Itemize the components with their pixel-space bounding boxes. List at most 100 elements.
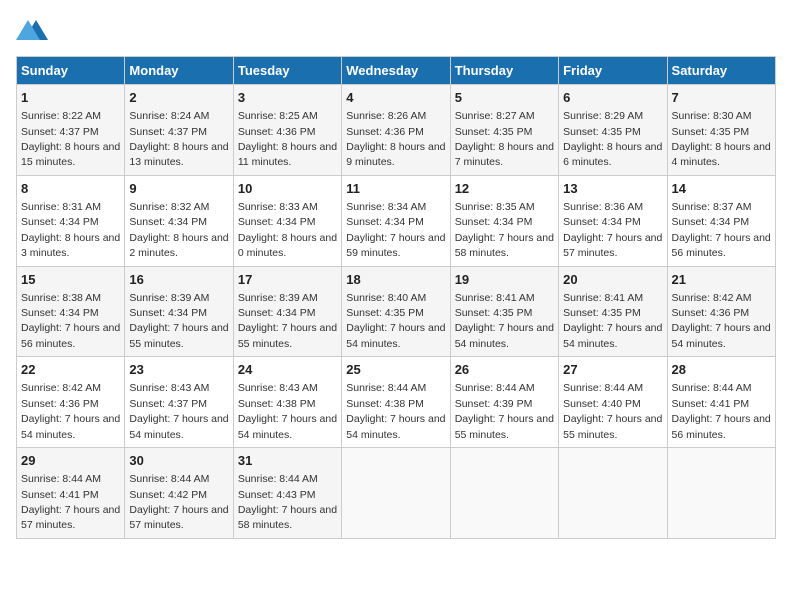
calendar-cell: 29 Sunrise: 8:44 AM Sunset: 4:41 PM Dayl… bbox=[17, 448, 125, 539]
calendar-header-wednesday: Wednesday bbox=[342, 57, 450, 85]
day-sunrise: Sunrise: 8:44 AM bbox=[21, 473, 101, 485]
calendar-cell: 22 Sunrise: 8:42 AM Sunset: 4:36 PM Dayl… bbox=[17, 357, 125, 448]
calendar-cell: 6 Sunrise: 8:29 AM Sunset: 4:35 PM Dayli… bbox=[559, 85, 667, 176]
day-sunrise: Sunrise: 8:44 AM bbox=[672, 382, 752, 394]
day-sunset: Sunset: 4:34 PM bbox=[238, 307, 316, 319]
day-sunset: Sunset: 4:35 PM bbox=[455, 126, 533, 138]
day-sunset: Sunset: 4:34 PM bbox=[238, 216, 316, 228]
calendar-cell bbox=[342, 448, 450, 539]
calendar-week-1: 1 Sunrise: 8:22 AM Sunset: 4:37 PM Dayli… bbox=[17, 85, 776, 176]
day-sunrise: Sunrise: 8:32 AM bbox=[129, 201, 209, 213]
page-header bbox=[16, 16, 776, 44]
calendar-header-sunday: Sunday bbox=[17, 57, 125, 85]
day-sunset: Sunset: 4:39 PM bbox=[455, 398, 533, 410]
day-number: 22 bbox=[21, 361, 120, 379]
day-sunrise: Sunrise: 8:43 AM bbox=[129, 382, 209, 394]
day-daylight: Daylight: 7 hours and 55 minutes. bbox=[129, 322, 228, 349]
day-sunset: Sunset: 4:35 PM bbox=[563, 126, 641, 138]
day-sunrise: Sunrise: 8:44 AM bbox=[563, 382, 643, 394]
calendar-week-4: 22 Sunrise: 8:42 AM Sunset: 4:36 PM Dayl… bbox=[17, 357, 776, 448]
calendar-week-5: 29 Sunrise: 8:44 AM Sunset: 4:41 PM Dayl… bbox=[17, 448, 776, 539]
day-sunrise: Sunrise: 8:26 AM bbox=[346, 110, 426, 122]
day-sunset: Sunset: 4:35 PM bbox=[346, 307, 424, 319]
day-sunset: Sunset: 4:37 PM bbox=[21, 126, 99, 138]
day-sunset: Sunset: 4:42 PM bbox=[129, 489, 207, 501]
day-sunset: Sunset: 4:34 PM bbox=[129, 307, 207, 319]
calendar-header-row: SundayMondayTuesdayWednesdayThursdayFrid… bbox=[17, 57, 776, 85]
calendar-cell bbox=[559, 448, 667, 539]
day-daylight: Daylight: 7 hours and 55 minutes. bbox=[563, 413, 662, 440]
day-sunset: Sunset: 4:34 PM bbox=[21, 216, 99, 228]
day-sunrise: Sunrise: 8:44 AM bbox=[129, 473, 209, 485]
day-sunset: Sunset: 4:41 PM bbox=[672, 398, 750, 410]
calendar-header-friday: Friday bbox=[559, 57, 667, 85]
day-sunset: Sunset: 4:35 PM bbox=[455, 307, 533, 319]
day-sunrise: Sunrise: 8:39 AM bbox=[238, 292, 318, 304]
calendar-cell bbox=[450, 448, 558, 539]
calendar-header-tuesday: Tuesday bbox=[233, 57, 341, 85]
day-number: 16 bbox=[129, 271, 228, 289]
day-number: 18 bbox=[346, 271, 445, 289]
day-sunset: Sunset: 4:41 PM bbox=[21, 489, 99, 501]
day-daylight: Daylight: 7 hours and 58 minutes. bbox=[238, 504, 337, 531]
day-number: 4 bbox=[346, 89, 445, 107]
day-number: 26 bbox=[455, 361, 554, 379]
calendar-cell: 3 Sunrise: 8:25 AM Sunset: 4:36 PM Dayli… bbox=[233, 85, 341, 176]
day-sunset: Sunset: 4:34 PM bbox=[672, 216, 750, 228]
day-daylight: Daylight: 8 hours and 11 minutes. bbox=[238, 141, 337, 168]
day-sunset: Sunset: 4:36 PM bbox=[346, 126, 424, 138]
day-daylight: Daylight: 7 hours and 56 minutes. bbox=[21, 322, 120, 349]
logo bbox=[16, 16, 52, 44]
calendar-cell: 24 Sunrise: 8:43 AM Sunset: 4:38 PM Dayl… bbox=[233, 357, 341, 448]
day-sunset: Sunset: 4:40 PM bbox=[563, 398, 641, 410]
calendar-cell: 31 Sunrise: 8:44 AM Sunset: 4:43 PM Dayl… bbox=[233, 448, 341, 539]
day-number: 3 bbox=[238, 89, 337, 107]
day-number: 9 bbox=[129, 180, 228, 198]
day-sunset: Sunset: 4:36 PM bbox=[21, 398, 99, 410]
calendar-cell: 27 Sunrise: 8:44 AM Sunset: 4:40 PM Dayl… bbox=[559, 357, 667, 448]
day-sunrise: Sunrise: 8:27 AM bbox=[455, 110, 535, 122]
day-number: 29 bbox=[21, 452, 120, 470]
day-daylight: Daylight: 8 hours and 7 minutes. bbox=[455, 141, 554, 168]
day-number: 24 bbox=[238, 361, 337, 379]
calendar-header-thursday: Thursday bbox=[450, 57, 558, 85]
day-daylight: Daylight: 7 hours and 54 minutes. bbox=[21, 413, 120, 440]
calendar-cell: 17 Sunrise: 8:39 AM Sunset: 4:34 PM Dayl… bbox=[233, 266, 341, 357]
day-daylight: Daylight: 8 hours and 0 minutes. bbox=[238, 232, 337, 259]
calendar-cell: 7 Sunrise: 8:30 AM Sunset: 4:35 PM Dayli… bbox=[667, 85, 775, 176]
calendar-cell: 12 Sunrise: 8:35 AM Sunset: 4:34 PM Dayl… bbox=[450, 175, 558, 266]
day-sunrise: Sunrise: 8:33 AM bbox=[238, 201, 318, 213]
day-daylight: Daylight: 7 hours and 54 minutes. bbox=[563, 322, 662, 349]
calendar-cell: 26 Sunrise: 8:44 AM Sunset: 4:39 PM Dayl… bbox=[450, 357, 558, 448]
day-number: 25 bbox=[346, 361, 445, 379]
day-number: 10 bbox=[238, 180, 337, 198]
day-number: 31 bbox=[238, 452, 337, 470]
day-number: 21 bbox=[672, 271, 771, 289]
day-daylight: Daylight: 7 hours and 57 minutes. bbox=[129, 504, 228, 531]
day-number: 20 bbox=[563, 271, 662, 289]
day-number: 5 bbox=[455, 89, 554, 107]
calendar-week-3: 15 Sunrise: 8:38 AM Sunset: 4:34 PM Dayl… bbox=[17, 266, 776, 357]
day-daylight: Daylight: 7 hours and 54 minutes. bbox=[672, 322, 771, 349]
day-sunrise: Sunrise: 8:42 AM bbox=[21, 382, 101, 394]
calendar-cell: 25 Sunrise: 8:44 AM Sunset: 4:38 PM Dayl… bbox=[342, 357, 450, 448]
day-number: 17 bbox=[238, 271, 337, 289]
day-daylight: Daylight: 8 hours and 3 minutes. bbox=[21, 232, 120, 259]
calendar-table: SundayMondayTuesdayWednesdayThursdayFrid… bbox=[16, 56, 776, 539]
calendar-body: 1 Sunrise: 8:22 AM Sunset: 4:37 PM Dayli… bbox=[17, 85, 776, 539]
day-daylight: Daylight: 8 hours and 4 minutes. bbox=[672, 141, 771, 168]
calendar-cell: 11 Sunrise: 8:34 AM Sunset: 4:34 PM Dayl… bbox=[342, 175, 450, 266]
calendar-cell: 9 Sunrise: 8:32 AM Sunset: 4:34 PM Dayli… bbox=[125, 175, 233, 266]
day-sunrise: Sunrise: 8:44 AM bbox=[346, 382, 426, 394]
day-sunrise: Sunrise: 8:34 AM bbox=[346, 201, 426, 213]
day-sunset: Sunset: 4:36 PM bbox=[672, 307, 750, 319]
day-sunset: Sunset: 4:35 PM bbox=[672, 126, 750, 138]
day-sunset: Sunset: 4:37 PM bbox=[129, 126, 207, 138]
day-number: 23 bbox=[129, 361, 228, 379]
day-sunrise: Sunrise: 8:43 AM bbox=[238, 382, 318, 394]
calendar-cell: 2 Sunrise: 8:24 AM Sunset: 4:37 PM Dayli… bbox=[125, 85, 233, 176]
calendar-cell: 19 Sunrise: 8:41 AM Sunset: 4:35 PM Dayl… bbox=[450, 266, 558, 357]
day-daylight: Daylight: 7 hours and 54 minutes. bbox=[346, 413, 445, 440]
day-sunset: Sunset: 4:38 PM bbox=[346, 398, 424, 410]
day-daylight: Daylight: 8 hours and 15 minutes. bbox=[21, 141, 120, 168]
